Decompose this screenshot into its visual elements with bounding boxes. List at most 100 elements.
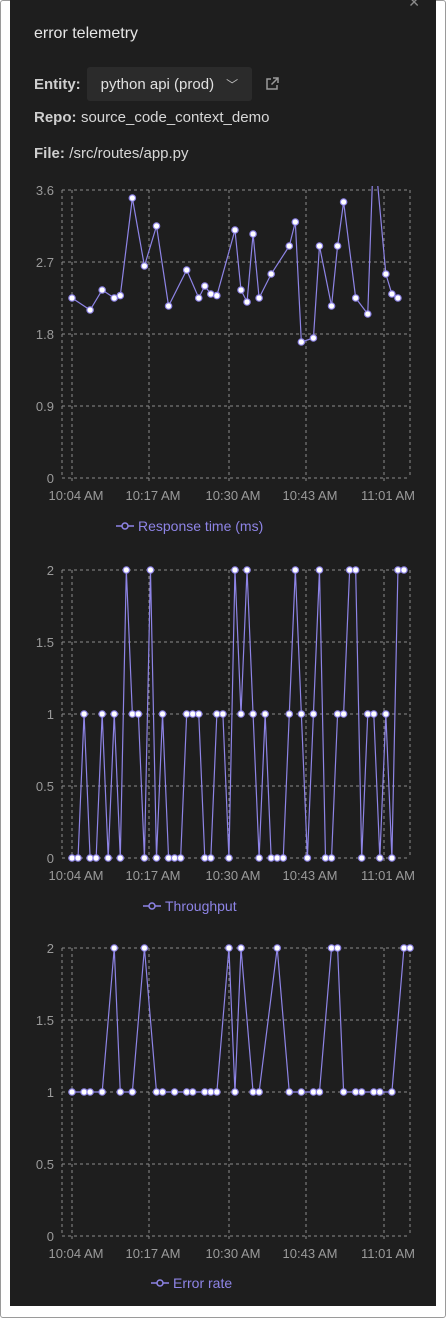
data-point (98, 710, 106, 718)
data-point (388, 1088, 396, 1096)
y-tick-label: 0 (47, 471, 54, 486)
data-point (394, 294, 402, 302)
data-point (158, 1088, 167, 1096)
data-point (128, 1088, 137, 1096)
data-point (249, 230, 257, 238)
data-point (285, 1088, 294, 1096)
y-tick-label: 0 (47, 1229, 54, 1244)
data-point (98, 1088, 106, 1096)
data-point (140, 262, 149, 270)
legend-label: Response time (ms) (138, 518, 264, 534)
x-tick-label: 10:04 AM (49, 488, 104, 503)
entity-row: Entity: python api (prod) ﹀ (34, 66, 280, 102)
data-point (116, 854, 125, 862)
data-point (297, 338, 306, 346)
data-point (357, 1088, 366, 1096)
repo-row: Repo: source_code_context_demo (34, 109, 269, 127)
data-point (406, 944, 414, 952)
telemetry-panel: ✕ error telemetry Entity: python api (pr… (10, 0, 436, 1306)
data-point (68, 1088, 76, 1096)
data-point (297, 710, 306, 718)
data-point (327, 302, 336, 310)
legend-label: Throughput (165, 898, 237, 914)
data-point (369, 710, 378, 718)
external-link-icon[interactable] (264, 76, 280, 92)
data-point (315, 242, 324, 250)
data-point (207, 854, 215, 862)
data-point (158, 710, 167, 718)
x-tick-label: 11:01 AM (361, 868, 415, 883)
data-point (182, 266, 191, 274)
y-tick-label: 0.9 (36, 399, 54, 414)
data-point (273, 944, 282, 952)
file-value: /src/routes/app.py (69, 145, 189, 162)
x-tick-label: 11:01 AM (361, 488, 415, 503)
data-point (140, 854, 149, 862)
repo-value: source_code_context_demo (80, 109, 270, 126)
y-tick-label: 1 (47, 707, 54, 722)
response-time-legend[interactable]: Response time (ms) (116, 518, 263, 534)
throughput-legend[interactable]: Throughput (143, 898, 237, 914)
data-point (351, 294, 360, 302)
data-point (333, 242, 342, 250)
x-tick-label: 10:43 AM (283, 868, 338, 883)
data-point (219, 710, 227, 718)
data-point (303, 854, 312, 862)
x-tick-label: 10:43 AM (283, 488, 338, 503)
x-tick-label: 10:04 AM (49, 1246, 104, 1261)
data-point (333, 944, 342, 952)
response-time-chart: 0 0.9 1.8 2.7 3.6 10:04 AM 10:17 AM 10:30 AM 10:… (36, 183, 415, 503)
data-point (116, 291, 125, 300)
y-tick-label: 0.5 (36, 779, 54, 794)
data-point (309, 710, 318, 718)
data-point (225, 944, 233, 952)
data-point (134, 710, 143, 718)
file-label: File: (34, 145, 65, 162)
data-point (382, 270, 390, 278)
entity-select[interactable]: python api (prod) ﹀ (86, 67, 253, 101)
error-rate-legend[interactable]: Error rate (151, 1275, 232, 1291)
legend-label: Error rate (173, 1275, 233, 1291)
x-tick-label: 10:30 AM (206, 488, 261, 503)
data-point (237, 286, 245, 294)
y-tick-label: 2 (47, 941, 54, 956)
y-tick-label: 2 (47, 563, 54, 578)
data-point (400, 566, 408, 574)
data-point (194, 710, 203, 718)
file-row: File: /src/routes/app.py (34, 145, 189, 163)
x-tick-label: 11:01 AM (361, 1246, 415, 1261)
y-tick-label: 2.7 (36, 255, 54, 270)
data-point (200, 282, 209, 290)
entity-value: python api (prod) (100, 75, 215, 93)
data-point (388, 854, 396, 862)
data-point (291, 218, 300, 226)
data-point (140, 944, 149, 952)
data-point (231, 566, 239, 574)
repo-label: Repo: (34, 109, 77, 126)
entity-label: Entity: (34, 75, 81, 93)
chevron-down-icon: ﹀ (226, 77, 239, 92)
data-point (164, 302, 173, 310)
data-point (255, 1088, 263, 1096)
data-point (279, 854, 288, 862)
data-point (122, 566, 131, 574)
y-tick-label: 1.5 (36, 1013, 54, 1028)
data-point (225, 854, 233, 862)
error-rate-chart: 0 0.5 1 1.5 2 10:04 AM 10:17 AM 10:30 AM 10:43 A… (36, 941, 415, 1261)
close-icon[interactable]: ✕ (408, 0, 420, 11)
panel-title: error telemetry (34, 25, 139, 42)
data-point (243, 566, 251, 574)
data-point (146, 566, 155, 574)
data-point (339, 198, 348, 206)
x-tick-label: 10:30 AM (206, 1246, 261, 1261)
data-point (92, 854, 100, 862)
data-point (213, 1088, 221, 1096)
data-point (249, 710, 257, 718)
data-point (170, 1088, 179, 1096)
data-point (388, 290, 396, 298)
y-tick-label: 0.5 (36, 1157, 54, 1172)
x-tick-label: 10:04 AM (49, 868, 104, 883)
data-point (68, 294, 76, 302)
data-point (176, 854, 185, 862)
data-point (74, 854, 82, 862)
